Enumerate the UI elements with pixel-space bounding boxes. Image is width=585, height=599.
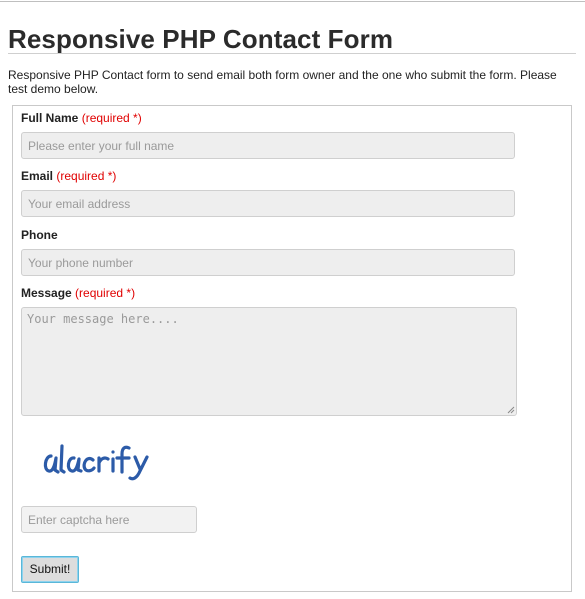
contact-form: Full Name (required *) Please enter your…	[12, 105, 572, 592]
title-divider	[8, 53, 576, 54]
email-label: Email (required *)	[21, 169, 116, 183]
message-textarea[interactable]: Your message here....	[21, 307, 517, 416]
phone-input[interactable]: Your phone number	[21, 249, 515, 276]
message-required-note: (required *)	[75, 286, 136, 300]
full-name-required-note: (required *)	[81, 111, 142, 125]
page-title: Responsive PHP Contact Form	[8, 24, 394, 54]
captcha-input[interactable]: Enter captcha here	[21, 506, 197, 533]
full-name-label: Full Name (required *)	[21, 111, 142, 125]
submit-button[interactable]: Submit!	[21, 556, 79, 583]
email-placeholder: Your email address	[28, 197, 131, 211]
email-label-text: Email	[21, 169, 54, 183]
captcha-image	[43, 444, 149, 481]
message-label-text: Message	[21, 286, 72, 300]
phone-label: Phone	[21, 228, 58, 242]
top-divider	[0, 1, 585, 2]
message-placeholder: Your message here....	[27, 312, 179, 326]
phone-placeholder: Your phone number	[28, 256, 133, 270]
phone-label-text: Phone	[21, 228, 58, 242]
email-input[interactable]: Your email address	[21, 190, 515, 217]
full-name-placeholder: Please enter your full name	[28, 139, 175, 153]
captcha-placeholder: Enter captcha here	[28, 513, 130, 527]
full-name-input[interactable]: Please enter your full name	[21, 132, 515, 159]
message-label: Message (required *)	[21, 286, 135, 300]
resize-grip-icon[interactable]	[507, 406, 515, 414]
email-required-note: (required *)	[56, 169, 117, 183]
full-name-label-text: Full Name	[21, 111, 79, 125]
intro-text: Responsive PHP Contact form to send emai…	[8, 68, 557, 96]
